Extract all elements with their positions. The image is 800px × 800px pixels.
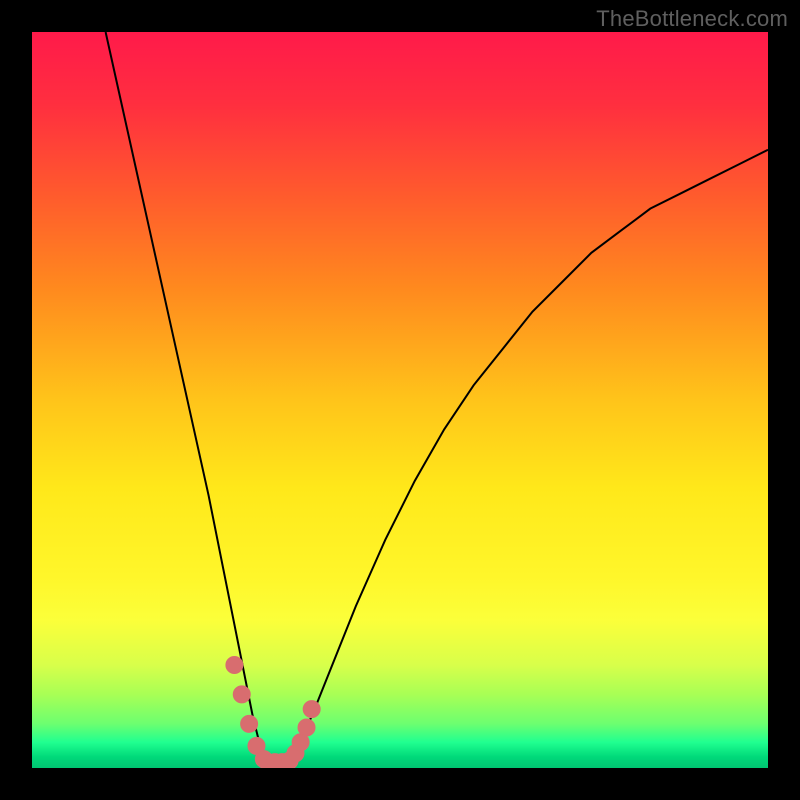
marker-dot: [226, 656, 243, 673]
plot-area: [32, 32, 768, 768]
plot-svg: [32, 32, 768, 768]
watermark-text: TheBottleneck.com: [596, 6, 788, 32]
chart-frame: TheBottleneck.com: [0, 0, 800, 800]
marker-dot: [303, 701, 320, 718]
marker-dot: [233, 686, 250, 703]
marker-dot: [298, 719, 315, 736]
gradient-background: [32, 32, 768, 768]
marker-dot: [241, 715, 258, 732]
